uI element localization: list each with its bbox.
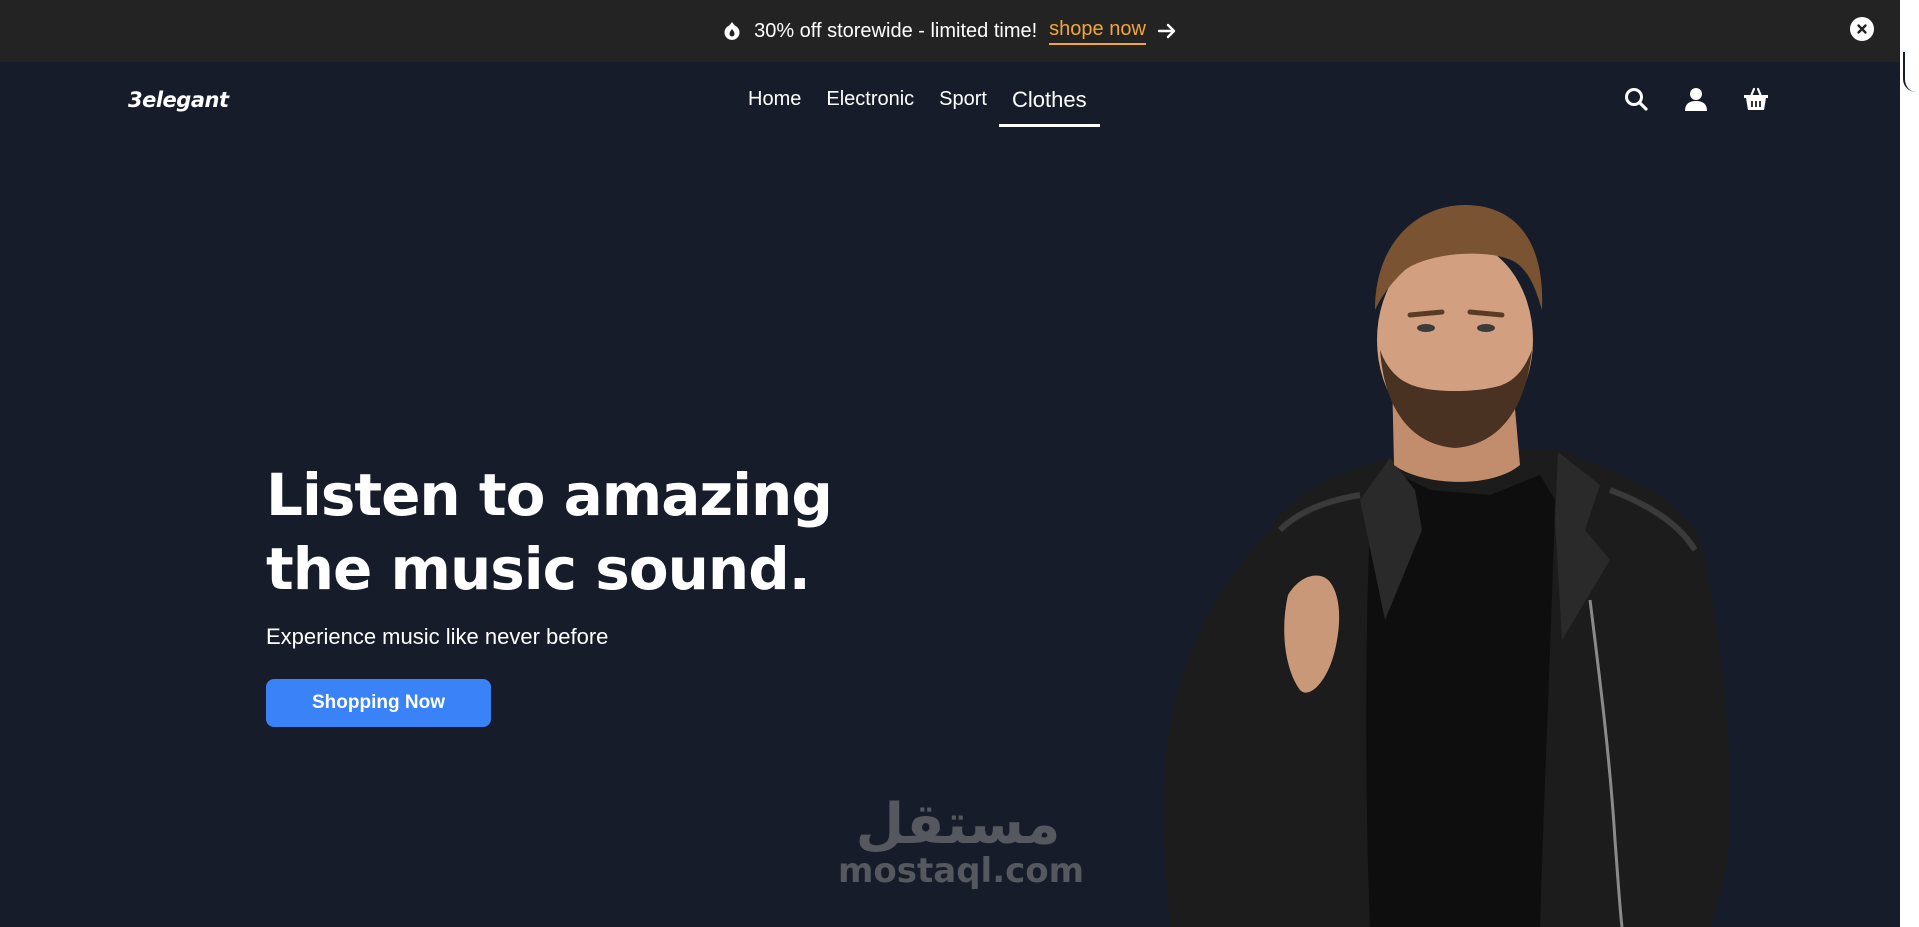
- promo-bar: 30% off storewide - limited time! shope …: [0, 0, 1900, 62]
- fire-icon: [722, 21, 742, 41]
- search-icon[interactable]: [1623, 86, 1649, 112]
- close-icon: [1857, 24, 1867, 34]
- shopping-now-button[interactable]: Shopping Now: [266, 679, 491, 727]
- watermark-latin: mostaql.com: [838, 851, 1085, 891]
- close-promo-button[interactable]: [1850, 17, 1874, 41]
- promo-text: 30% off storewide - limited time!: [754, 19, 1038, 42]
- page: 30% off storewide - limited time! shope …: [0, 0, 1919, 927]
- hero-title-line2: the music sound.: [266, 535, 811, 603]
- watermark-arabic: مستقل: [855, 792, 1061, 857]
- user-icon[interactable]: [1683, 86, 1709, 112]
- nav-link-electronic[interactable]: Electronic: [826, 88, 914, 127]
- shop-now-link[interactable]: shope now: [1049, 18, 1146, 45]
- scrollbar-corner: [1903, 52, 1916, 92]
- nav-links: Home Electronic Sport Clothes: [748, 87, 1112, 127]
- logo[interactable]: 3elegant: [128, 88, 229, 112]
- watermark: مستقل mostaql.com: [838, 792, 1085, 891]
- hero-model-image: [1163, 205, 1731, 927]
- hero-subtitle: Experience music like never before: [266, 624, 609, 649]
- hero-title: Listen to amazing the music sound.: [266, 458, 886, 606]
- basket-icon[interactable]: [1743, 86, 1769, 112]
- nav-icons: [1623, 86, 1769, 112]
- arrow-right-icon[interactable]: [1156, 20, 1178, 42]
- scrollbar[interactable]: [1900, 0, 1919, 927]
- nav-link-sport[interactable]: Sport: [939, 88, 987, 127]
- hero-title-line1: Listen to amazing: [266, 461, 833, 529]
- nav-link-home[interactable]: Home: [748, 88, 801, 127]
- navbar: 3elegant Home Electronic Sport Clothes: [0, 62, 1900, 132]
- nav-link-clothes[interactable]: Clothes: [999, 87, 1100, 127]
